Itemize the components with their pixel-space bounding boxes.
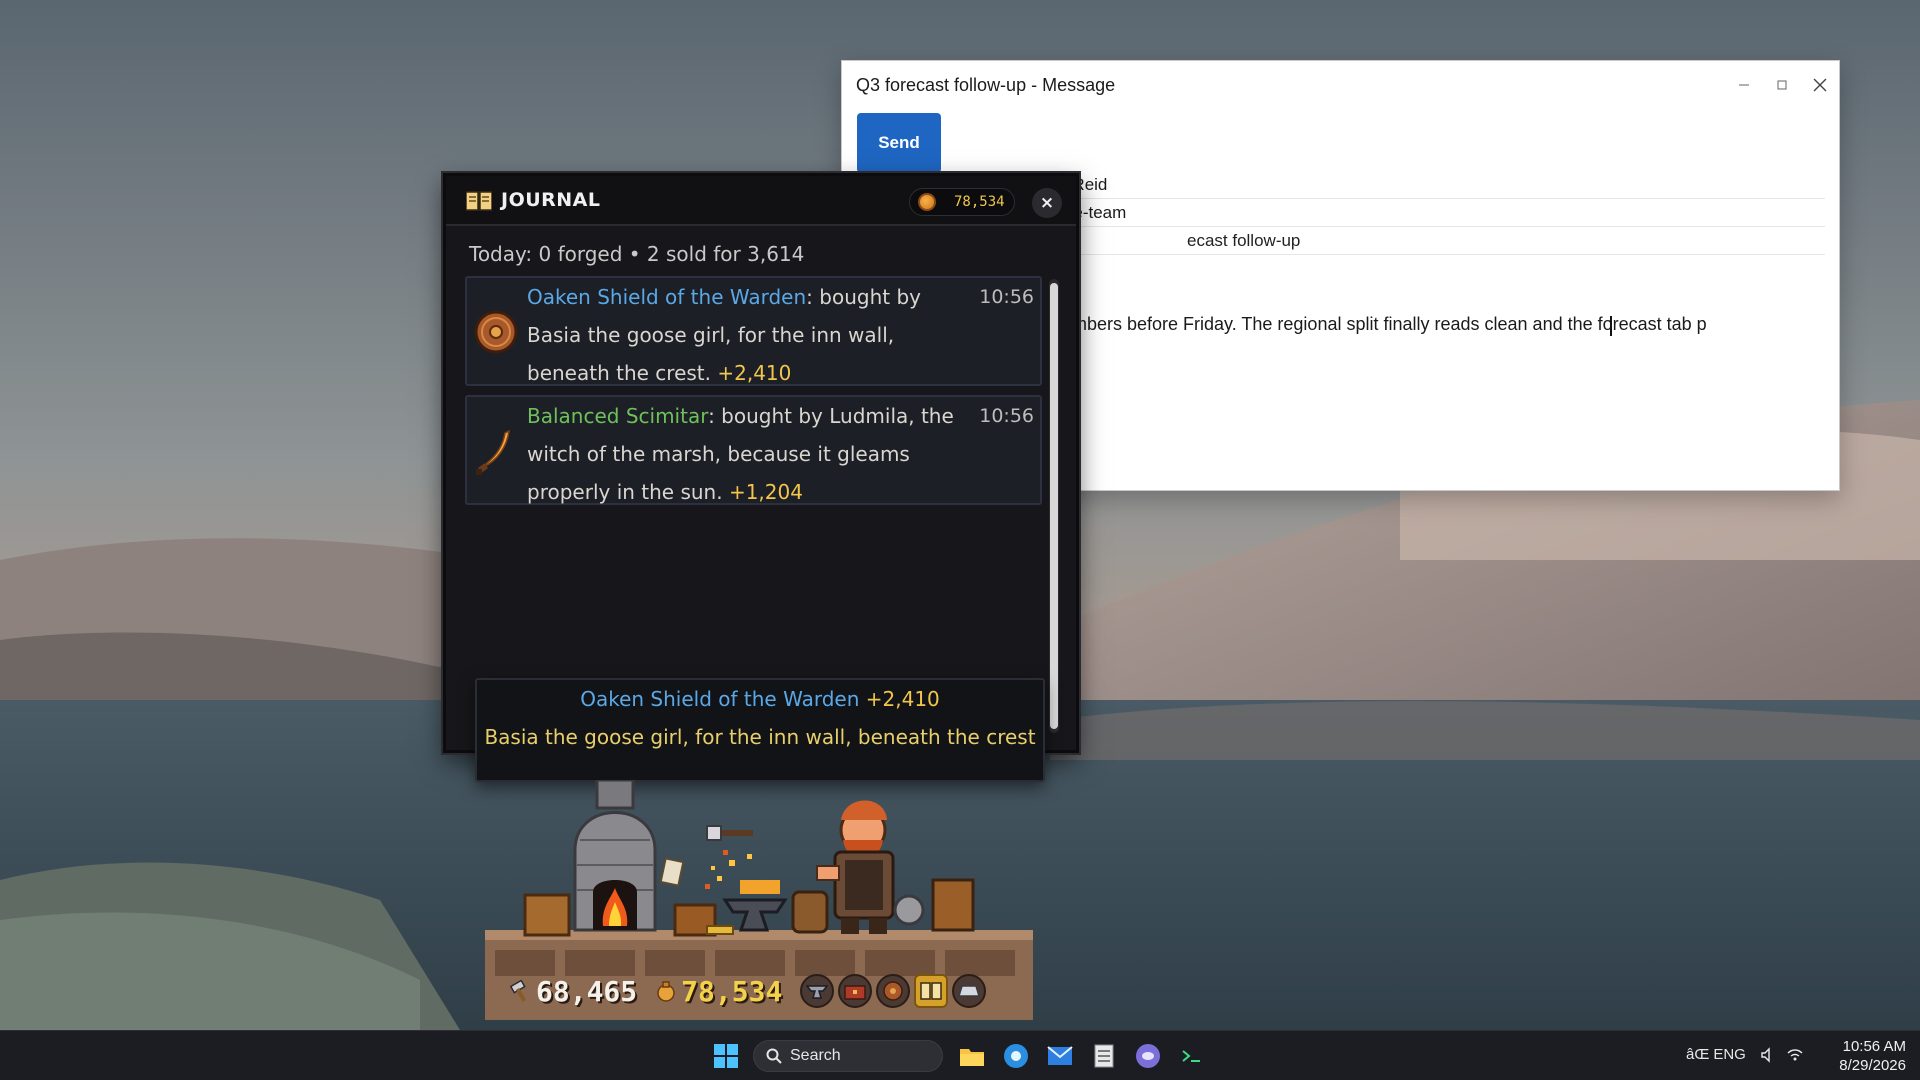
journal-entry[interactable]: Oaken Shield of the Warden: bought by Ba… — [465, 276, 1042, 386]
gold-counter: 78,534 — [909, 188, 1015, 216]
scimitar-icon — [476, 429, 510, 475]
gold-pouch-icon — [657, 981, 675, 1002]
taskbar-search[interactable]: Search — [753, 1040, 943, 1072]
system-tray[interactable]: âŒ ENG — [1686, 1046, 1804, 1063]
gold-coin-icon — [918, 193, 936, 211]
file-explorer-icon[interactable] — [958, 1042, 986, 1070]
hammers-value: 68,465 — [536, 974, 638, 1008]
notepad-icon[interactable] — [1090, 1042, 1118, 1070]
journal-title: JOURNAL — [501, 189, 601, 211]
sale-amount: +1,204 — [728, 480, 803, 504]
terminal-icon[interactable] — [1178, 1042, 1206, 1070]
window-controls — [1725, 61, 1839, 109]
journal-entry[interactable]: Balanced Scimitar: bought by Ludmila, th… — [465, 395, 1042, 505]
item-name: Oaken Shield of the Warden — [527, 285, 807, 309]
scroll-thumb[interactable] — [1050, 283, 1058, 729]
journal-icon[interactable] — [914, 974, 949, 1008]
chest-icon[interactable] — [838, 974, 873, 1008]
text-caret — [1610, 316, 1612, 336]
tooltip-item-name: Oaken Shield of the Warden — [580, 687, 860, 711]
message-body[interactable]: mbers before Friday. The regional split … — [1072, 261, 1829, 480]
ingot-icon[interactable] — [952, 974, 987, 1008]
entry-time: 10:56 — [979, 286, 1034, 308]
language-indicator[interactable]: ENG — [1713, 1046, 1746, 1063]
journal-close-button[interactable]: × — [1032, 188, 1062, 218]
hud-buttons — [796, 974, 987, 1008]
journal-scrollbar[interactable] — [1049, 279, 1059, 733]
tray-prefix: âŒ — [1686, 1046, 1710, 1063]
journal-summary: Today: 0 forged • 2 sold for 3,614 — [469, 242, 805, 266]
item-tooltip: Oaken Shield of the Warden +2,410 Basia … — [475, 678, 1045, 782]
to-field[interactable]: To Anna Reid — [962, 171, 1825, 199]
browser-icon[interactable] — [1002, 1042, 1030, 1070]
maximize-icon[interactable] — [1763, 61, 1801, 109]
tooltip-buyer: Basia the goose girl, for the inn wall, … — [484, 725, 1036, 749]
sale-amount: +2,410 — [717, 361, 792, 385]
search-label: Search — [790, 1047, 841, 1064]
hammers-stat: 68,465 — [510, 975, 637, 1008]
mail-icon[interactable] — [1046, 1042, 1074, 1070]
subject-field[interactable]: ecast follow-up — [962, 227, 1825, 255]
close-icon[interactable] — [1801, 61, 1839, 109]
anvil-icon[interactable] — [800, 974, 835, 1008]
taskbar-clock[interactable]: 10:56 AM 8/29/2026 — [1839, 1037, 1906, 1075]
journal-panel: JOURNAL 78,534 × Today: 0 forged • 2 sol… — [443, 173, 1079, 753]
clock-time: 10:56 AM — [1842, 1038, 1906, 1055]
round-shield-icon — [474, 310, 518, 354]
start-button[interactable] — [714, 1044, 738, 1068]
mail-window-title: Q3 forecast follow-up - Message — [856, 74, 1116, 95]
mail-titlebar[interactable]: Q3 forecast follow-up - Message — [842, 61, 1839, 109]
clock-date: 8/29/2026 — [1839, 1057, 1906, 1074]
wifi-icon[interactable] — [1786, 1047, 1804, 1063]
gold-value: 78,534 — [681, 974, 783, 1008]
minimize-icon[interactable] — [1725, 61, 1763, 109]
item-name: Balanced Scimitar — [527, 404, 709, 428]
search-icon — [766, 1048, 782, 1064]
tooltip-amount: +2,410 — [865, 687, 940, 711]
send-button[interactable]: Send — [857, 113, 941, 173]
journal-entry-text: Oaken Shield of the Warden: bought by Ba… — [527, 278, 957, 392]
tooltip-title: Oaken Shield of the Warden +2,410 — [477, 680, 1043, 718]
subject-value[interactable]: ecast follow-up — [1187, 231, 1300, 251]
forge-hud: 68,465 78,534 — [510, 966, 1020, 1016]
shield-icon[interactable] — [876, 974, 911, 1008]
journal-book-icon — [466, 191, 492, 211]
gold-amount: 78,534 — [954, 194, 1005, 210]
cc-field[interactable]: Cc finance-team — [962, 199, 1825, 227]
taskbar: Search âŒ ENG 10:56 AM 8/29/2026 — [0, 1030, 1920, 1080]
journal-entry-text: Balanced Scimitar: bought by Ludmila, th… — [527, 397, 957, 511]
chat-icon[interactable] — [1134, 1042, 1162, 1070]
hammer-icon — [510, 980, 527, 1002]
speaker-icon[interactable] — [1760, 1046, 1776, 1063]
journal-header: JOURNAL 78,534 × — [446, 176, 1076, 226]
entry-time: 10:56 — [979, 405, 1034, 427]
gold-stat: 78,534 — [655, 975, 782, 1008]
